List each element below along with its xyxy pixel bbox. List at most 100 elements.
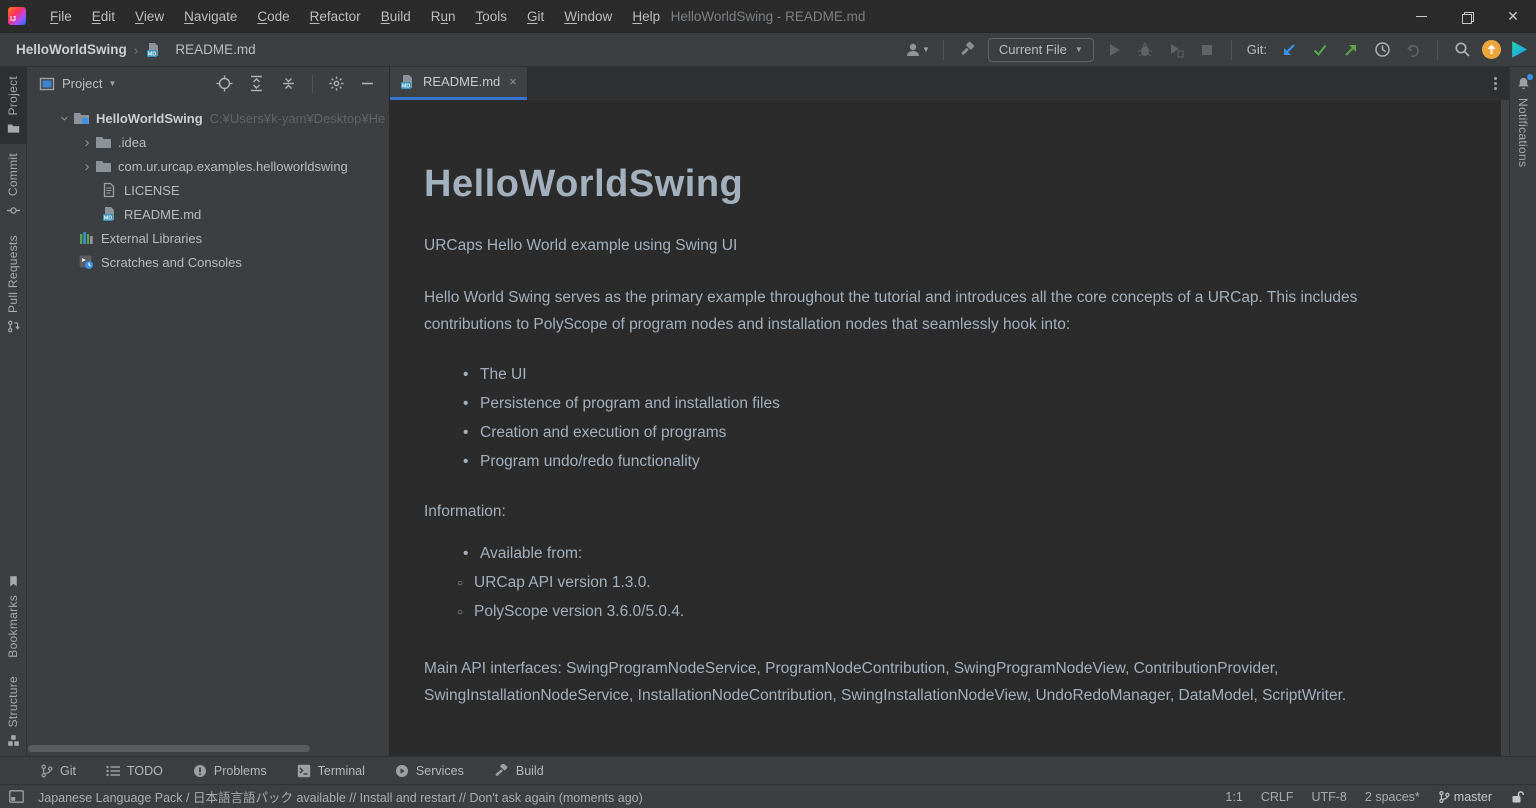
git-branch-widget[interactable]: master: [1438, 790, 1492, 804]
git-commit-button[interactable]: [1309, 38, 1331, 62]
tree-root-path: C:¥Users¥k-yam¥Desktop¥He: [210, 111, 386, 126]
menu-code[interactable]: Code: [247, 0, 299, 33]
indent-setting[interactable]: 2 spaces*: [1365, 790, 1420, 804]
horizontal-scrollbar[interactable]: [28, 745, 310, 752]
menu-git[interactable]: Git: [517, 0, 554, 33]
notifications-bell-icon: [1516, 76, 1531, 91]
project-panel-header: Project ▼: [27, 67, 389, 100]
menu-run[interactable]: Run: [421, 0, 466, 33]
editor-tab-bar: MD README.md ×: [390, 67, 1509, 100]
menu-build[interactable]: Build: [371, 0, 421, 33]
menu-tools[interactable]: Tools: [466, 0, 518, 33]
tool-window-label: Terminal: [318, 764, 365, 778]
git-update-button[interactable]: [1278, 38, 1300, 62]
ide-update-button[interactable]: [1482, 40, 1501, 59]
toolbar-separator: [943, 40, 944, 60]
project-panel-title[interactable]: Project: [62, 76, 102, 91]
tool-window-todo[interactable]: TODO: [106, 764, 163, 778]
stripe-commit-button[interactable]: Commit: [0, 144, 27, 225]
stripe-project-button[interactable]: Project: [0, 67, 27, 144]
expand-all-icon[interactable]: [248, 75, 265, 92]
stripe-notifications-button[interactable]: Notifications: [1510, 67, 1536, 176]
tool-window-services[interactable]: Services: [395, 764, 464, 778]
markdown-bullet-list: The UI Persistence of program and instal…: [463, 360, 1446, 476]
menu-navigate[interactable]: Navigate: [174, 0, 247, 33]
menu-file[interactable]: File: [40, 0, 82, 33]
svg-text:MD: MD: [104, 216, 113, 222]
markdown-preview[interactable]: HelloWorldSwing URCaps Hello World examp…: [390, 100, 1501, 756]
menu-view[interactable]: View: [125, 0, 174, 33]
tool-window-build[interactable]: Build: [494, 764, 544, 778]
stop-button[interactable]: [1196, 38, 1218, 62]
breadcrumb-project[interactable]: HelloWorldSwing: [16, 42, 127, 57]
run-with-coverage-button[interactable]: [1165, 38, 1187, 62]
bookmark-icon: [7, 575, 20, 588]
locate-file-icon[interactable]: [216, 75, 233, 92]
tool-window-git[interactable]: Git: [40, 764, 76, 778]
rollback-button[interactable]: [1402, 38, 1424, 62]
hide-panel-icon[interactable]: [360, 76, 375, 91]
breadcrumb-file[interactable]: README.md: [175, 42, 255, 57]
debug-button[interactable]: [1134, 38, 1156, 62]
search-everywhere-button[interactable]: [1451, 38, 1473, 62]
tool-window-problems[interactable]: Problems: [193, 764, 267, 778]
tree-row-readme[interactable]: MD README.md: [27, 202, 389, 226]
markdown-file-icon: MD: [399, 74, 416, 90]
right-tool-window-stripe: Notifications: [1509, 67, 1536, 756]
run-button[interactable]: [1103, 38, 1125, 62]
chevron-down-icon[interactable]: ▼: [108, 79, 116, 88]
ide-window: IJ File Edit View Navigate Code Refactor…: [0, 0, 1536, 808]
run-configuration-select[interactable]: Current File ▼: [988, 38, 1094, 62]
window-title: HelloWorldSwing - README.md: [671, 9, 866, 24]
toolbar-separator: [1231, 40, 1232, 60]
tree-row-idea[interactable]: › .idea: [27, 130, 389, 154]
tab-options-icon[interactable]: [1494, 77, 1497, 90]
collapse-all-icon[interactable]: [280, 75, 297, 92]
build-project-button[interactable]: [957, 38, 979, 62]
caret-position[interactable]: 1:1: [1225, 790, 1242, 804]
list-item: PolyScope version 3.6.0/5.0.4.: [457, 597, 1446, 626]
tab-label: README.md: [423, 74, 500, 89]
tool-window-terminal[interactable]: Terminal: [297, 764, 365, 778]
stripe-structure-button[interactable]: Structure: [0, 667, 27, 756]
chevron-down-icon: ▼: [1075, 45, 1083, 54]
line-ending[interactable]: CRLF: [1261, 790, 1294, 804]
learn-plugin-icon[interactable]: [1510, 41, 1528, 59]
tree-row-scratches[interactable]: Scratches and Consoles: [27, 250, 389, 274]
local-history-button[interactable]: [1371, 38, 1393, 62]
stripe-bookmarks-button[interactable]: Bookmarks: [0, 566, 27, 667]
git-branch-icon: [40, 764, 53, 778]
menu-edit[interactable]: Edit: [82, 0, 125, 33]
bottom-tool-window-bar: Git TODO Problems Terminal Services Buil…: [0, 756, 1536, 784]
editor-scrollbar[interactable]: [1501, 100, 1509, 756]
settings-gear-icon[interactable]: [328, 75, 345, 92]
tree-label: External Libraries: [101, 231, 202, 246]
restore-button[interactable]: [1444, 0, 1490, 33]
menu-refactor[interactable]: Refactor: [300, 0, 371, 33]
tree-row-license[interactable]: LICENSE: [27, 178, 389, 202]
unlock-icon[interactable]: [1510, 790, 1524, 804]
close-button[interactable]: ✕: [1490, 0, 1536, 33]
main-area: Project Commit Pull Requests Bookmarks S…: [0, 67, 1536, 756]
stripe-pull-requests-button[interactable]: Pull Requests: [0, 226, 27, 342]
menu-window[interactable]: Window: [554, 0, 622, 33]
menu-help[interactable]: Help: [622, 0, 670, 33]
git-push-button[interactable]: [1340, 38, 1362, 62]
tab-close-icon[interactable]: ×: [509, 74, 517, 89]
layout-widget-icon[interactable]: [9, 790, 24, 803]
minimize-button[interactable]: [1398, 0, 1444, 33]
chevron-collapsed-icon[interactable]: ›: [79, 158, 95, 175]
tree-row-package[interactable]: › com.ur.urcap.examples.helloworldswing: [27, 154, 389, 178]
chevron-expanded-icon[interactable]: ›: [57, 110, 74, 126]
status-message[interactable]: Japanese Language Pack / 日本語言語パック availa…: [38, 787, 643, 806]
profile-button[interactable]: ▼: [904, 38, 930, 62]
tree-row-root[interactable]: › HelloWorldSwing C:¥Users¥k-yam¥Desktop…: [27, 106, 389, 130]
libraries-icon: [78, 230, 95, 246]
tree-row-external-libraries[interactable]: External Libraries: [27, 226, 389, 250]
markdown-intro: Hello World Swing serves as the primary …: [424, 284, 1439, 338]
file-encoding[interactable]: UTF-8: [1311, 790, 1346, 804]
list-item: Available from:: [463, 539, 1446, 568]
chevron-collapsed-icon[interactable]: ›: [79, 134, 95, 151]
tool-window-label: Build: [516, 764, 544, 778]
tab-readme[interactable]: MD README.md ×: [390, 67, 527, 100]
